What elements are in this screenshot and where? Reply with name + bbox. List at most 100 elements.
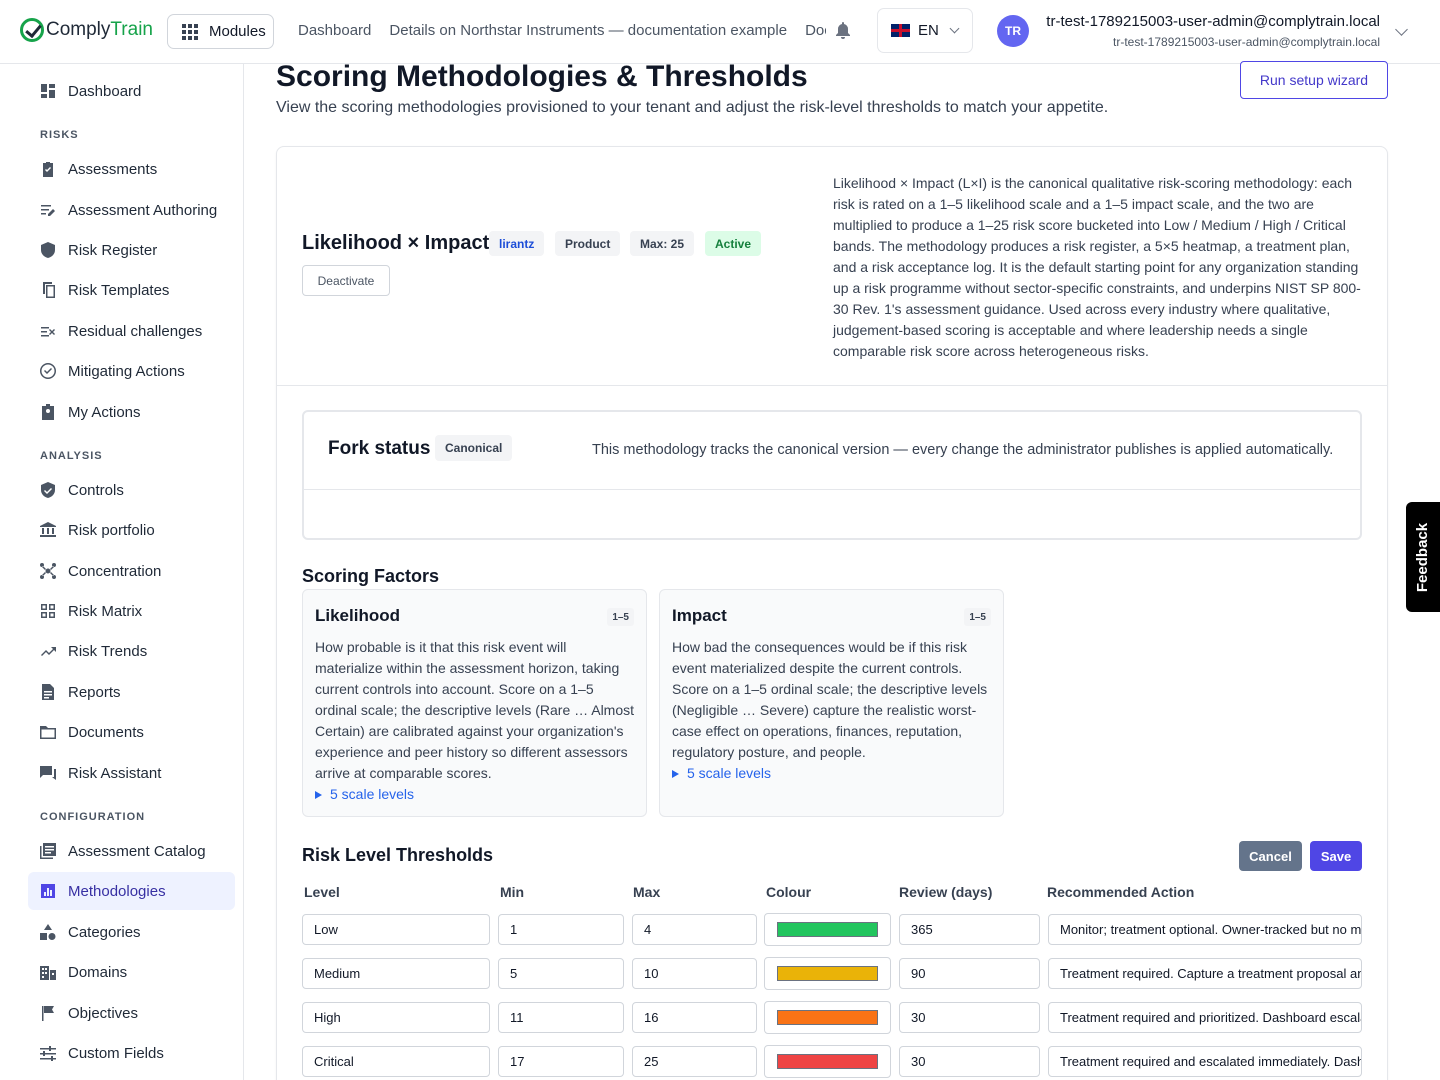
column-header-min: Min [500, 884, 525, 900]
factor-card-likelihood: Likelihood 1–5 How probable is it that t… [302, 589, 647, 817]
scale-levels-toggle[interactable]: 5 scale levels [315, 784, 637, 805]
brand-logo[interactable]: Comply Train [20, 18, 153, 42]
language-selector[interactable]: EN [877, 8, 973, 53]
folder-icon [40, 726, 56, 739]
sidebar-item-risk-portfolio[interactable]: Risk portfolio [28, 511, 235, 549]
scope-badge: Product [555, 231, 621, 256]
sidebar-item-methodologies[interactable]: Methodologies [28, 872, 235, 910]
level-input[interactable]: Low [302, 914, 490, 945]
brand-name-part1: Comply [46, 19, 111, 40]
review-days-input[interactable]: 30 [899, 1002, 1040, 1033]
min-input[interactable]: 5 [498, 958, 624, 989]
owner-badge: lirantz [489, 231, 545, 256]
avatar[interactable]: TR [997, 15, 1029, 47]
recommended-action-input[interactable]: Treatment required and prioritized. Dash… [1048, 1002, 1362, 1033]
methodology-name: Likelihood × Impact [302, 232, 490, 254]
deactivate-button[interactable]: Deactivate [302, 265, 390, 296]
max-input[interactable]: 16 [632, 1002, 757, 1033]
sidebar-item-label: My Actions [68, 403, 141, 421]
sidebar-item-documents[interactable]: Documents [28, 713, 235, 751]
scale-levels-toggle[interactable]: 5 scale levels [672, 763, 994, 784]
colour-picker[interactable] [764, 1045, 891, 1078]
sidebar-item-categories[interactable]: Categories [28, 913, 235, 951]
scoring-factors-title: Scoring Factors [302, 566, 440, 586]
flag-icon [42, 1006, 54, 1021]
sidebar-item-risk-templates[interactable]: Risk Templates [28, 271, 235, 309]
fork-status-title: Fork status [328, 438, 431, 459]
save-button[interactable]: Save [1310, 841, 1362, 871]
review-days-input[interactable]: 365 [899, 914, 1040, 945]
sidebar-item-dashboard[interactable]: Dashboard [28, 72, 235, 110]
column-header-action: Recommended Action [1047, 884, 1195, 900]
colour-picker[interactable] [764, 913, 891, 946]
review-days-input[interactable]: 30 [899, 1046, 1040, 1077]
colour-picker[interactable] [764, 957, 891, 990]
page-subtitle: View the scoring methodologies provision… [276, 99, 1109, 116]
grid-icon [41, 604, 55, 618]
sidebar-item-risk-assistant[interactable]: Risk Assistant [28, 754, 235, 792]
sidebar-item-assessment-authoring[interactable]: Assessment Authoring [28, 191, 235, 229]
factor-name: Impact [672, 606, 727, 625]
sidebar-item-my-actions[interactable]: My Actions [28, 393, 235, 431]
sidebar-item-residual-challenges[interactable]: Residual challenges [28, 312, 235, 350]
sidebar-item-reports[interactable]: Reports [28, 673, 235, 711]
sidebar-item-label: Reports [68, 683, 121, 701]
user-email: tr-test-1789215003-user-admin@complytrai… [1113, 35, 1380, 49]
level-input[interactable]: High [302, 1002, 490, 1033]
breadcrumb: Dashboard Details on Northstar Instrument… [298, 22, 826, 39]
colour-picker[interactable] [764, 1001, 891, 1034]
sidebar-item-label: Concentration [68, 562, 162, 580]
sidebar-item-controls[interactable]: Controls [28, 471, 235, 509]
sidebar-item-risk-matrix[interactable]: Risk Matrix [28, 592, 235, 630]
sidebar-item-mitigating-actions[interactable]: Mitigating Actions [28, 352, 235, 390]
sidebar-section-title: ANALYSIS [40, 450, 103, 462]
min-input[interactable]: 11 [498, 1002, 624, 1033]
breadcrumb-details[interactable]: Details on Northstar Instruments — docum… [389, 22, 787, 39]
user-name[interactable]: tr-test-1789215003-user-admin@complytrai… [1046, 13, 1380, 30]
sidebar-item-domains[interactable]: Domains [28, 953, 235, 991]
fork-status-text: This methodology tracks the canonical ve… [592, 442, 1334, 458]
grid-icon [182, 23, 198, 40]
sidebar-section-title: RISKS [40, 129, 79, 141]
min-input[interactable]: 17 [498, 1046, 624, 1077]
recommended-action-input[interactable]: Treatment required and escalated immedia… [1048, 1046, 1362, 1077]
user-menu-chevron-icon[interactable] [1395, 23, 1408, 36]
modules-label: Modules [209, 23, 266, 40]
sidebar-item-risk-register[interactable]: Risk Register [28, 231, 235, 269]
level-input[interactable]: Critical [302, 1046, 490, 1077]
sidebar-item-label: Assessment Authoring [68, 201, 218, 219]
scale-levels-label: 5 scale levels [330, 786, 415, 802]
breadcrumb-documents[interactable]: Documents [805, 22, 826, 39]
min-input[interactable]: 1 [498, 914, 624, 945]
sidebar-item-assessments[interactable]: Assessments [28, 150, 235, 188]
sidebar-item-risk-trends[interactable]: Risk Trends [28, 632, 235, 670]
sidebar-item-custom-fields[interactable]: Custom Fields [28, 1034, 235, 1072]
cancel-button[interactable]: Cancel [1239, 841, 1302, 871]
sidebar-item-label: Domains [68, 963, 128, 981]
sidebar-item-concentration[interactable]: Concentration [28, 552, 235, 590]
sidebar-item-label: Dashboard [68, 82, 142, 100]
recommended-action-input[interactable]: Treatment required. Capture a treatment … [1048, 958, 1362, 989]
recommended-action-input[interactable]: Monitor; treatment optional. Owner-track… [1048, 914, 1362, 945]
sidebar-item-label: Custom Fields [68, 1044, 164, 1062]
column-header-level: Level [304, 884, 340, 900]
max-input[interactable]: 4 [632, 914, 757, 945]
sidebar-item-label: Categories [68, 923, 141, 941]
run-setup-wizard-button[interactable]: Run setup wizard [1240, 61, 1388, 99]
max-input[interactable]: 10 [632, 958, 757, 989]
review-days-input[interactable]: 90 [899, 958, 1040, 989]
scale-levels-label: 5 scale levels [687, 765, 772, 781]
caret-right-icon [672, 769, 679, 778]
feedback-tab[interactable]: Feedback [1406, 502, 1440, 612]
page-title: Scoring Methodologies & Thresholds [276, 60, 808, 93]
sidebar-item-objectives[interactable]: Objectives [28, 994, 235, 1032]
thresholds-title: Risk Level Thresholds [302, 845, 494, 865]
sidebar-item-label: Risk Matrix [68, 602, 143, 620]
bell-icon[interactable] [835, 22, 851, 40]
max-input[interactable]: 25 [632, 1046, 757, 1077]
level-input[interactable]: Medium [302, 958, 490, 989]
sidebar-item-label: Assessment Catalog [68, 842, 206, 860]
sidebar-item-assessment-catalog[interactable]: Assessment Catalog [28, 832, 235, 870]
breadcrumb-dashboard[interactable]: Dashboard [298, 22, 371, 39]
modules-button[interactable]: Modules [167, 14, 274, 49]
